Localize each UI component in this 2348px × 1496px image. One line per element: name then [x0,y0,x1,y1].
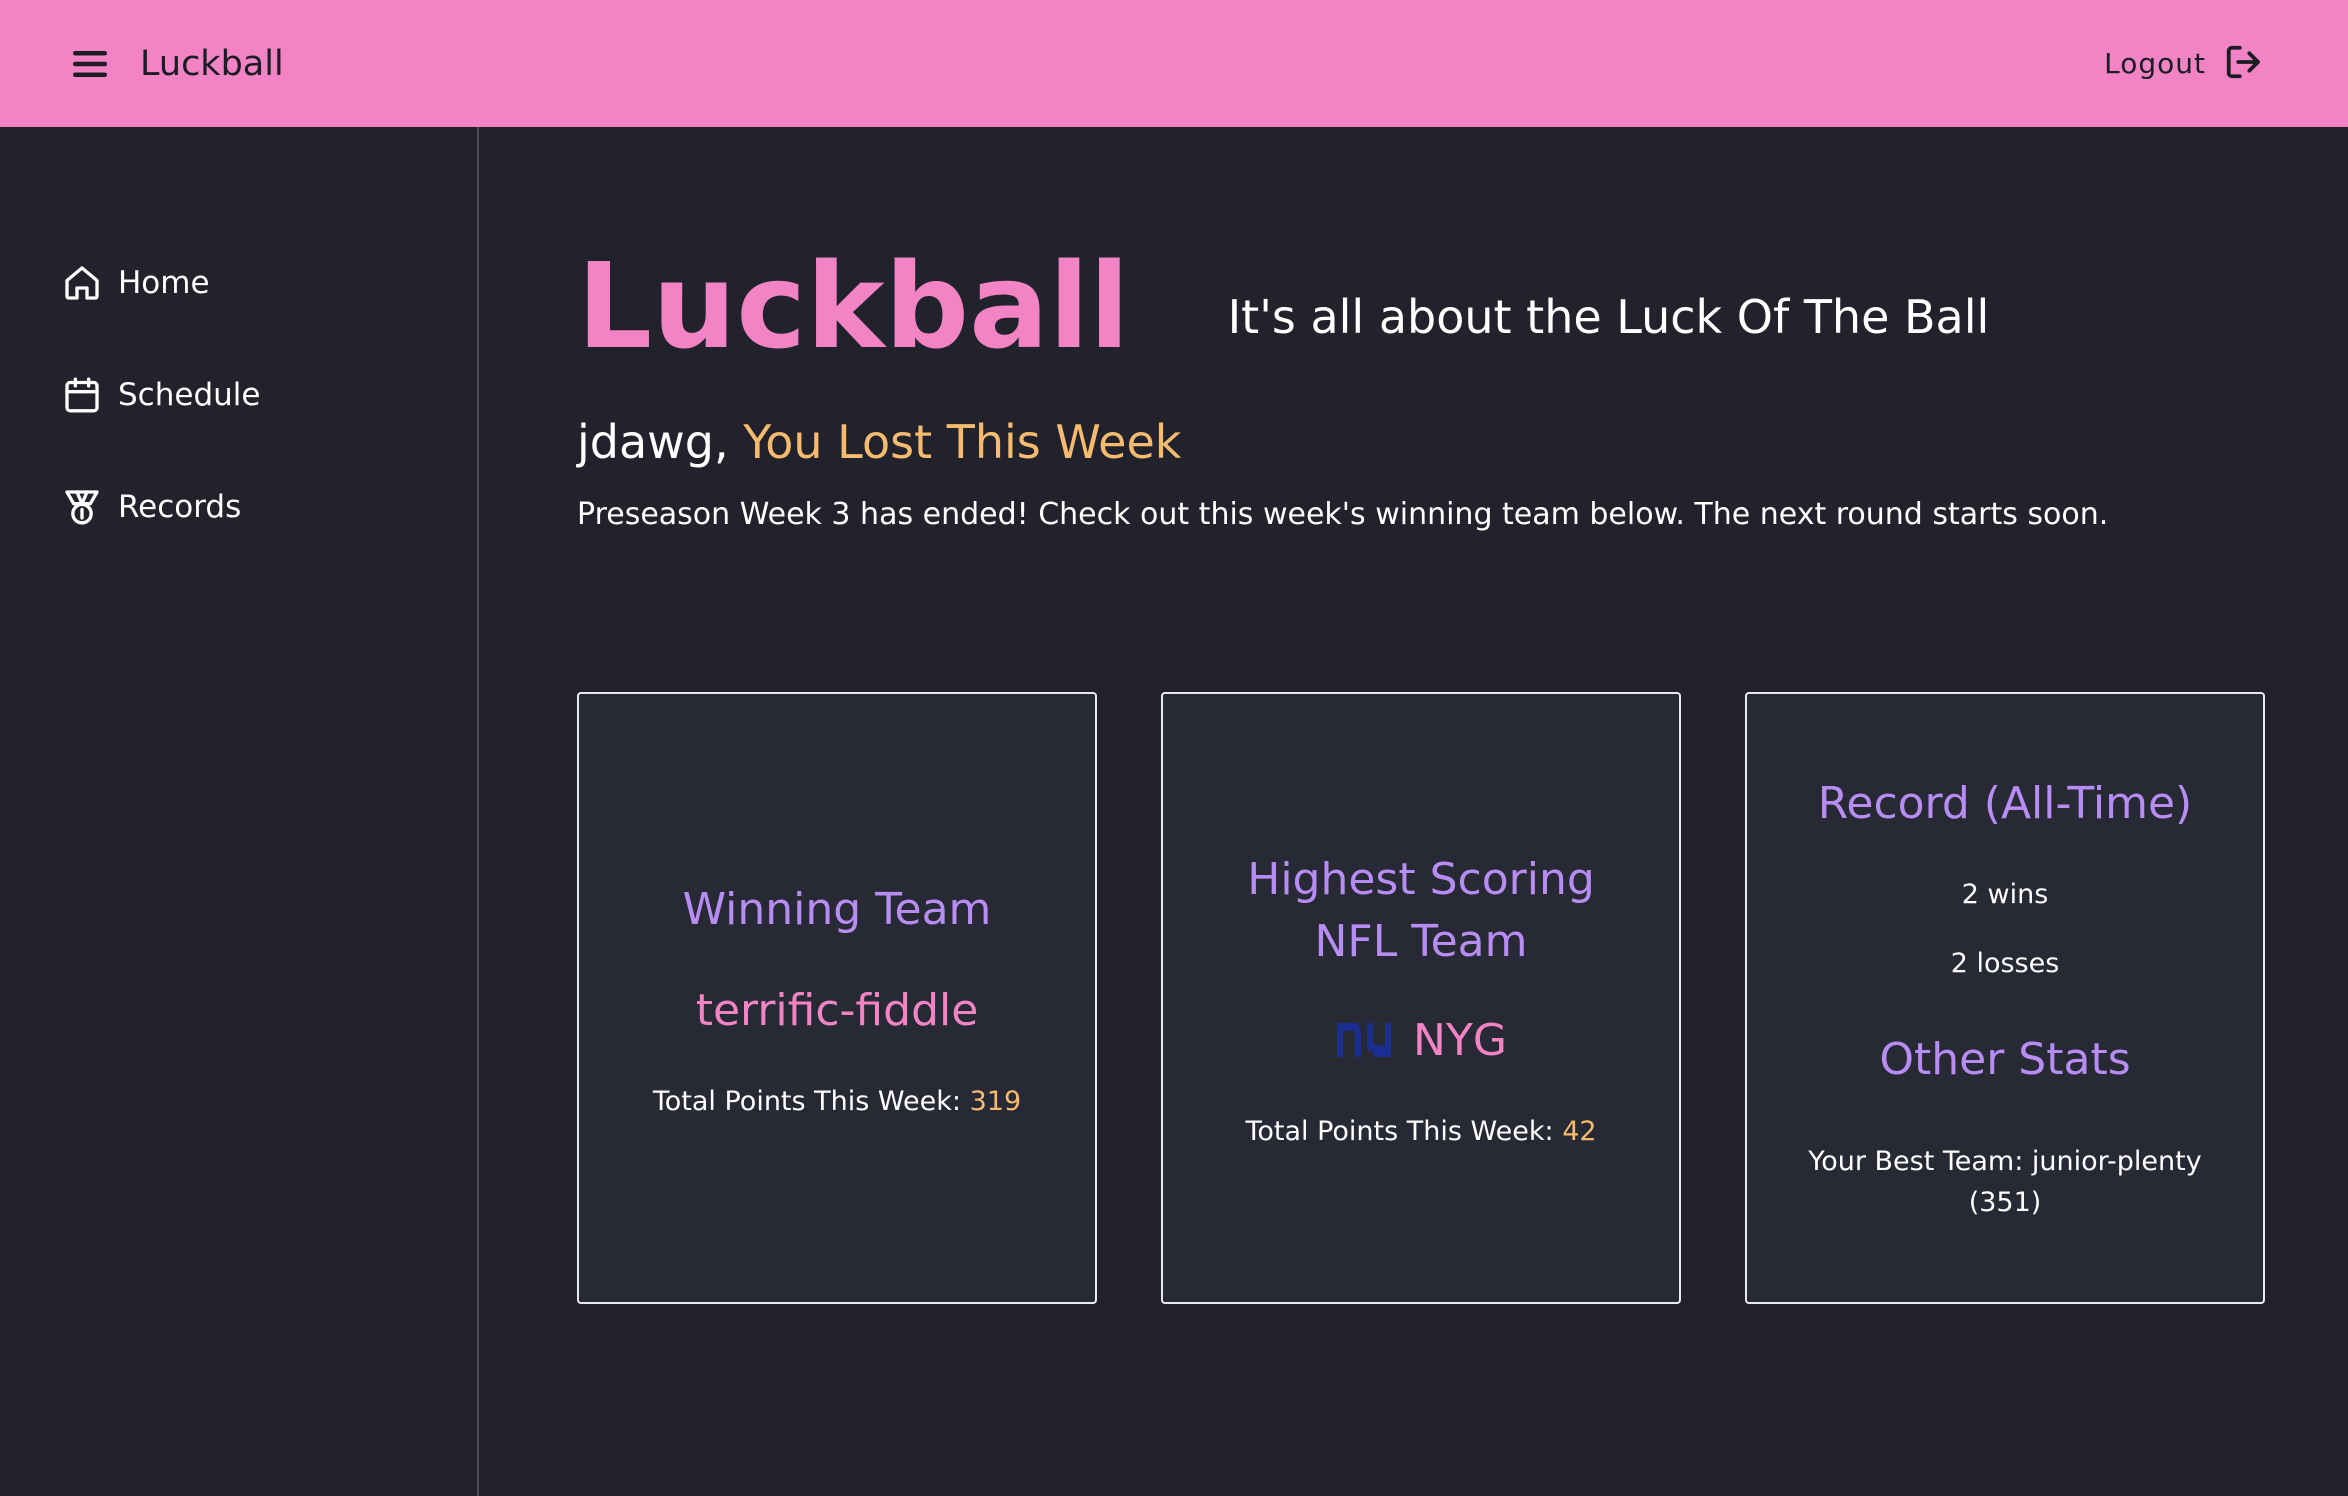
losses-count: 2 losses [1950,947,2060,979]
highest-scoring-nfl-card: Highest Scoring NFL Team NYG Total Point… [1161,692,1681,1304]
nfl-team-row: NYG [1335,1015,1507,1066]
wins-count: 2 wins [1961,878,2049,910]
week-result-status: You Lost This Week [743,415,1182,469]
logout-icon [2224,43,2262,85]
ny-giants-logo-icon [1337,1023,1392,1058]
card-heading-line: Highest Scoring [1247,854,1595,906]
sidebar-item-schedule[interactable]: Schedule [0,365,477,425]
nfl-team-abbr: NYG [1413,1014,1507,1066]
page-title: Luckball [577,237,1130,375]
card-heading: Record (All-Time) [1817,777,2193,829]
sidebar-item-label: Schedule [118,377,261,413]
record-card: Record (All-Time) 2 wins 2 losses Other … [1745,692,2265,1304]
home-icon [65,266,99,300]
top-bar-left: Luckball [70,44,284,84]
card-heading: Highest Scoring NFL Team [1247,849,1595,972]
calendar-icon [65,377,99,413]
sidebar-item-label: Home [118,265,210,301]
card-heading: Winning Team [682,884,992,936]
points-value: 319 [969,1085,1022,1117]
greeting: jdawg, You Lost This Week [577,415,2348,469]
week-description: Preseason Week 3 has ended! Check out th… [577,497,2109,532]
top-bar: Luckball Logout [0,0,2348,127]
stats-cards: Winning Team terrific-fiddle Total Point… [577,692,2265,1304]
logout-button[interactable]: Logout [2104,43,2262,85]
points-label: Total Points This Week: [652,1085,961,1117]
points-line: Total Points This Week: 42 [1245,1116,1596,1147]
greeting-username: jdawg, [577,415,729,469]
winning-team-card: Winning Team terrific-fiddle Total Point… [577,692,1097,1304]
points-line: Total Points This Week: 319 [653,1086,1021,1117]
tagline: It's all about the Luck Of The Ball [1227,290,1990,344]
points-value: 42 [1562,1115,1597,1147]
sidebar-item-home[interactable]: Home [0,253,477,313]
hamburger-menu-icon[interactable] [70,44,110,84]
sidebar-item-records[interactable]: Records [0,477,477,537]
card-heading-line: NFL Team [1314,916,1528,967]
medal-icon [65,490,99,525]
points-label: Total Points This Week: [1245,1115,1554,1147]
winning-team-name: terrific-fiddle [695,984,979,1036]
app-title: Luckball [140,43,284,84]
sidebar-item-label: Records [118,489,242,525]
hero-row: Luckball It's all about the Luck Of The … [577,247,2348,365]
best-team-stat: Your Best Team: junior-plenty (351) [1808,1146,2202,1218]
main-content: Luckball It's all about the Luck Of The … [481,127,2348,1496]
sidebar: Home Schedule Records [0,127,479,1496]
logout-label: Logout [2104,47,2206,80]
other-stats-heading: Other Stats [1879,1033,2131,1085]
